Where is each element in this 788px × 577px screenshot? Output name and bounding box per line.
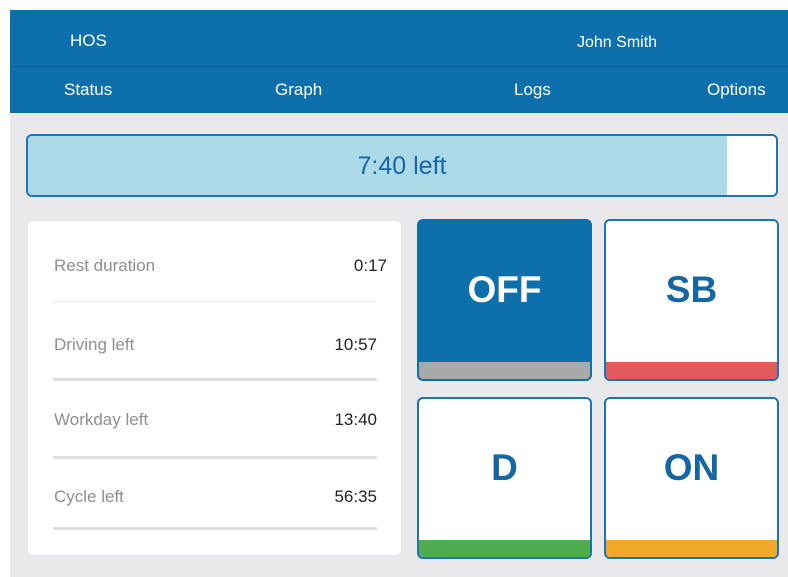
tab-graph[interactable]: Graph (275, 80, 322, 100)
stat-rest-duration: Rest duration 0:17 (28, 221, 401, 299)
stat-value: 13:40 (334, 410, 377, 429)
stat-label: Workday left (54, 410, 149, 429)
stat-driving-left: Driving left 10:57 (28, 301, 401, 379)
nav-tabs: Status Graph Logs Options (10, 67, 788, 113)
time-left-label: 7:40 left (357, 152, 447, 180)
status-sb-color-bar (606, 362, 777, 379)
status-d-button[interactable]: D (417, 397, 592, 559)
stat-label: Cycle left (54, 487, 124, 506)
stat-label: Driving left (54, 335, 135, 354)
tab-status[interactable]: Status (64, 80, 112, 100)
app-title: HOS (70, 31, 107, 50)
status-on-label: ON (663, 447, 720, 488)
status-sb-button[interactable]: SB (604, 219, 779, 381)
tab-options[interactable]: Options (707, 80, 766, 100)
app-header: HOS John Smith Status Graph Logs Options (10, 10, 788, 113)
tab-logs[interactable]: Logs (514, 80, 551, 100)
status-off-color-bar (419, 362, 590, 379)
divider (53, 527, 377, 530)
stat-cycle-left: Cycle left 56:35 (28, 457, 401, 535)
stat-value: 0:17 (353, 256, 387, 275)
user-name[interactable]: John Smith (577, 34, 657, 52)
status-on-button[interactable]: ON (604, 397, 779, 559)
title-bar: HOS John Smith (10, 10, 788, 67)
status-on-color-bar (606, 540, 777, 557)
stats-panel: Rest duration 0:17 Driving left 10:57 Wo… (28, 221, 401, 555)
status-d-label: D (491, 447, 518, 488)
stat-value: 10:57 (334, 335, 377, 354)
status-off-button[interactable]: OFF (417, 219, 592, 381)
stat-value: 56:35 (334, 487, 377, 506)
status-d-color-bar (419, 540, 590, 557)
status-sb-label: SB (665, 269, 718, 310)
stat-label: Rest duration (54, 256, 156, 275)
time-left-bar: 7:40 left (26, 134, 778, 197)
stat-workday-left: Workday left 13:40 (28, 379, 401, 457)
hos-app: HOS John Smith Status Graph Logs Options… (10, 10, 788, 577)
status-off-label: OFF (467, 269, 542, 310)
